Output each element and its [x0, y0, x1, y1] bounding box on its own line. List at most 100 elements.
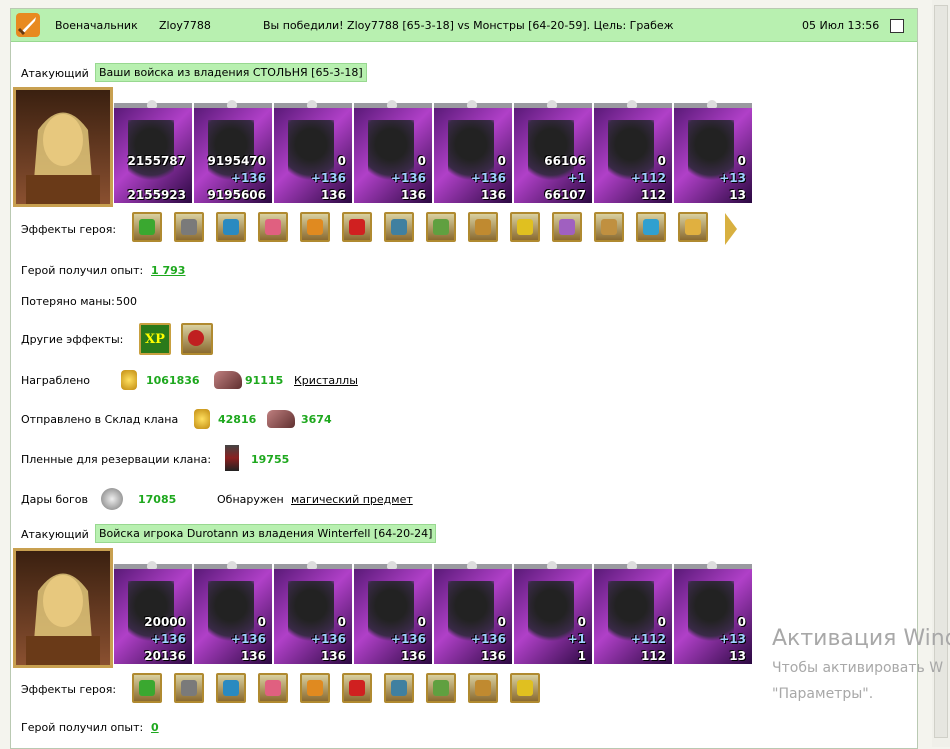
hero-xp-label: Герой получил опыт: [21, 721, 144, 734]
hero-effects-label: Эффекты героя: [21, 683, 117, 696]
skull-icon [387, 100, 397, 108]
hero-portrait[interactable] [13, 87, 113, 207]
crystals-link[interactable]: Кристаллы [294, 374, 358, 387]
gold-icon [194, 409, 210, 429]
unit-total: 1 [577, 649, 586, 663]
unit-bonus: +112 [630, 632, 666, 646]
unit-count: 66106 [544, 154, 586, 168]
clan-store-label: Отправлено в Склад клана [21, 413, 179, 426]
unit-bonus: +112 [630, 171, 666, 185]
windows-activation-line: Чтобы активировать W [772, 660, 944, 676]
windows-activation-title: Активация Wind [772, 626, 950, 651]
hero-face-icon [26, 573, 100, 665]
unit-card[interactable]: 0 +13 13 [674, 100, 752, 203]
unit-card[interactable]: 0 +136 136 [434, 100, 512, 203]
shield-icon[interactable] [384, 673, 414, 703]
player-rank: Военачальник [55, 19, 138, 32]
unit-card[interactable]: 20000 +136 20136 [114, 561, 192, 664]
crown-icon[interactable] [426, 212, 456, 242]
armor-icon[interactable] [174, 212, 204, 242]
ring-icon[interactable] [132, 212, 162, 242]
unit-total: 136 [480, 188, 506, 202]
hero-xp-value[interactable]: 0 [151, 721, 159, 734]
unit-total: 136 [480, 649, 506, 663]
unit-total: 13 [729, 188, 746, 202]
unit-bonus: +136 [310, 171, 346, 185]
unit-count: 0 [737, 154, 746, 168]
unit-card[interactable]: 0 +13 13 [674, 561, 752, 664]
unit-bonus: +136 [310, 632, 346, 646]
bracelet-icon[interactable] [636, 212, 666, 242]
sword-icon[interactable] [426, 673, 456, 703]
unit-card[interactable]: 0 +136 136 [434, 561, 512, 664]
skull-icon [627, 100, 637, 108]
unit-card[interactable]: 0 +136 136 [194, 561, 272, 664]
treasure-icon[interactable] [300, 212, 330, 242]
cuirass-icon[interactable] [510, 212, 540, 242]
unit-bonus: +13 [719, 632, 746, 646]
hero-xp-label: Герой получил опыт: [21, 264, 144, 277]
unit-total: 112 [640, 188, 666, 202]
next-effects-arrow-icon[interactable] [725, 213, 737, 245]
skull-icon [547, 561, 557, 569]
unit-bonus: +1 [567, 171, 586, 185]
clan-store-crystals-value: 3674 [301, 413, 332, 426]
loot-crystals-value: 91115 [245, 374, 284, 387]
bracer-icon[interactable] [594, 212, 624, 242]
unit-count: 0 [257, 615, 266, 629]
magic-item-link[interactable]: магический предмет [291, 493, 413, 506]
gifts-label: Дары богов [21, 493, 89, 506]
shield-icon[interactable] [384, 212, 414, 242]
unit-total: 136 [400, 649, 426, 663]
skull-icon [707, 100, 717, 108]
skull-icon [147, 100, 157, 108]
amulet-icon[interactable] [468, 212, 498, 242]
heart-potion-icon[interactable] [181, 323, 213, 355]
unit-count: 0 [497, 154, 506, 168]
army-title: Войска игрока Durotann из владения Winte… [95, 524, 437, 543]
clan-store-gold-value: 42816 [218, 413, 257, 426]
spider-icon[interactable] [552, 212, 582, 242]
armor-icon[interactable] [174, 673, 204, 703]
unit-bonus: +136 [390, 632, 426, 646]
unit-card[interactable]: 0 +112 112 [594, 100, 672, 203]
unit-card[interactable]: 9195470 +136 9195606 [194, 100, 272, 203]
hero-portrait[interactable] [13, 548, 113, 668]
unit-bonus: +136 [230, 171, 266, 185]
sword-icon [16, 13, 40, 37]
unit-total: 136 [320, 649, 346, 663]
army-role: Атакующий [21, 67, 89, 80]
gem-icon[interactable] [216, 212, 246, 242]
treasure-icon[interactable] [300, 673, 330, 703]
chest-icon[interactable] [258, 673, 288, 703]
captives-label: Пленные для резервации клана: [21, 453, 212, 466]
ring-icon[interactable] [132, 673, 162, 703]
mana-value: 500 [116, 295, 137, 308]
select-checkbox[interactable] [890, 19, 904, 33]
unit-bonus: +136 [150, 632, 186, 646]
club-icon[interactable] [468, 673, 498, 703]
boots-icon[interactable] [510, 673, 540, 703]
unit-total: 136 [320, 188, 346, 202]
unit-card[interactable]: 66106 +1 66107 [514, 100, 592, 203]
unit-card[interactable]: 2155787 2155923 [114, 100, 192, 203]
unit-card[interactable]: 0 +136 136 [274, 561, 352, 664]
unit-card[interactable]: 0 +1 1 [514, 561, 592, 664]
unit-card[interactable]: 0 +112 112 [594, 561, 672, 664]
hero-xp-value[interactable]: 1 793 [151, 264, 185, 277]
unit-card[interactable]: 0 +136 136 [274, 100, 352, 203]
unit-count: 0 [337, 154, 346, 168]
unit-card[interactable]: 0 +136 136 [354, 561, 432, 664]
gem-icon[interactable] [216, 673, 246, 703]
unit-card[interactable]: 0 +136 136 [354, 100, 432, 203]
mana-label: Потеряно маны: [21, 295, 115, 308]
hero-face-icon [26, 112, 100, 204]
unit-count: 9195470 [207, 154, 266, 168]
army-title: Ваши войска из владения СТОЛЬНЯ [65-3-18… [95, 63, 367, 82]
xp-bonus-icon[interactable]: XP [139, 323, 171, 355]
player-name[interactable]: Zloy7788 [159, 19, 211, 32]
gate-icon[interactable] [678, 212, 708, 242]
heart-icon[interactable] [342, 212, 372, 242]
heart-icon[interactable] [342, 673, 372, 703]
chest-icon[interactable] [258, 212, 288, 242]
